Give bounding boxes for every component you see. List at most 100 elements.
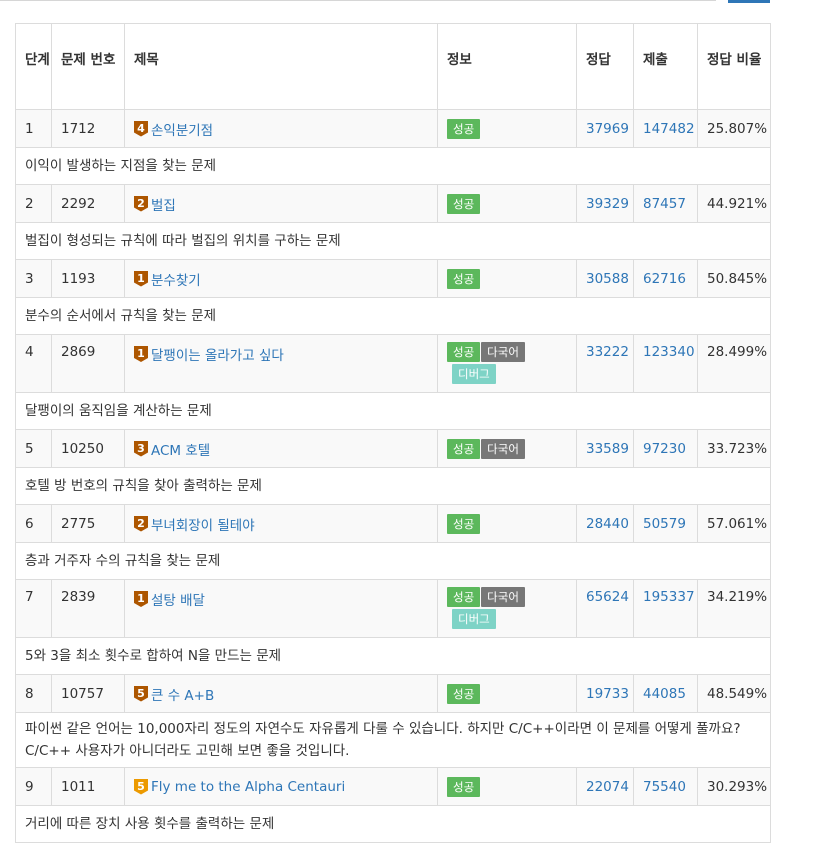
correct-cell: 65624 [576, 579, 634, 638]
header-correct: 정답 [576, 23, 634, 110]
problem-description-row: 이익이 발생하는 지점을 찾는 문제 [15, 147, 771, 185]
stage-cell: 1 [15, 109, 52, 148]
title-cell: 5 Fly me to the Alpha Centauri [124, 767, 438, 806]
ratio-cell: 57.061% [697, 504, 771, 543]
info-cell: 성공 [437, 767, 577, 806]
problem-title-link[interactable]: Fly me to the Alpha Centauri [151, 779, 345, 795]
submit-count-link[interactable]: 62716 [643, 271, 686, 287]
top-button-edge[interactable] [728, 0, 770, 3]
success-badge: 성공 [447, 193, 481, 214]
info-cell: 성공 다국어 디버그 [437, 579, 577, 638]
bronze-tier-icon: 2 [134, 195, 148, 212]
success-badge: 성공 [447, 587, 481, 607]
correct-count-link[interactable]: 65624 [586, 589, 629, 605]
problem-title-link[interactable]: 달팽이는 올라가고 싶다 [151, 344, 284, 364]
submit-cell: 50579 [633, 504, 698, 543]
title-wrap: 1 설탕 배달 [134, 589, 437, 609]
problem-title-link[interactable]: 큰 수 A+B [151, 684, 214, 704]
problem-title-link[interactable]: 손익분기점 [151, 119, 213, 139]
info-cell: 성공 [437, 259, 577, 298]
title-wrap: 2 부녀회장이 될테야 [134, 514, 437, 534]
success-badge: 성공 [447, 342, 481, 362]
correct-cell: 33222 [576, 334, 634, 393]
ratio-cell: 50.845% [697, 259, 771, 298]
correct-count-link[interactable]: 22074 [586, 779, 629, 795]
stage-cell: 5 [15, 429, 52, 468]
submit-cell: 147482 [633, 109, 698, 148]
bronze-tier-icon: 5 [134, 685, 148, 702]
submit-cell: 75540 [633, 767, 698, 806]
problem-description-row: 층과 거주자 수의 규칙을 찾는 문제 [15, 542, 771, 580]
problem-id-cell: 10757 [51, 674, 125, 713]
correct-cell: 39329 [576, 184, 634, 223]
multilang-badge: 다국어 [481, 438, 525, 459]
correct-count-link[interactable]: 37969 [586, 121, 629, 137]
header-title: 제목 [124, 23, 438, 110]
submit-count-link[interactable]: 97230 [643, 441, 686, 457]
problem-title-link[interactable]: 설탕 배달 [151, 589, 205, 609]
correct-cell: 33589 [576, 429, 634, 468]
submit-cell: 97230 [633, 429, 698, 468]
bronze-tier-icon: 1 [134, 346, 148, 362]
problem-description: 이익이 발생하는 지점을 찾는 문제 [15, 147, 771, 185]
problem-row: 9 1011 5 Fly me to the Alpha Centauri 성공 2207… [15, 767, 771, 806]
debug-badge: 디버그 [452, 609, 496, 629]
table-header-row: 단계 문제 번호 제목 정보 정답 제출 정답 비율 [15, 23, 771, 110]
ratio-cell: 34.219% [697, 579, 771, 638]
title-cell: 3 ACM 호텔 [124, 429, 438, 468]
title-cell: 1 달팽이는 올라가고 싶다 [124, 334, 438, 393]
problem-description: 분수의 순서에서 규칙을 찾는 문제 [15, 297, 771, 335]
problem-row: 1 1712 4 손익분기점 성공 37969 147482 25.807% [15, 109, 771, 148]
problem-description-row: 달팽이의 움직임을 계산하는 문제 [15, 392, 771, 430]
title-wrap: 3 ACM 호텔 [134, 439, 437, 459]
correct-count-link[interactable]: 33222 [586, 344, 629, 360]
problem-title-link[interactable]: 부녀회장이 될테야 [151, 514, 255, 534]
correct-count-link[interactable]: 19733 [586, 686, 629, 702]
problem-id-cell: 2839 [51, 579, 125, 638]
header-stage: 단계 [15, 23, 52, 110]
bronze-tier-icon: 2 [134, 515, 148, 532]
top-divider [0, 0, 716, 1]
title-wrap: 5 Fly me to the Alpha Centauri [134, 778, 437, 795]
submit-count-link[interactable]: 50579 [643, 516, 686, 532]
submit-count-link[interactable]: 44085 [643, 686, 686, 702]
bronze-tier-icon: 1 [134, 270, 148, 287]
problem-id-cell: 2869 [51, 334, 125, 393]
ratio-cell: 25.807% [697, 109, 771, 148]
problem-row: 4 2869 1 달팽이는 올라가고 싶다 성공 다국어 디버그 33222 123340 28.… [15, 334, 771, 393]
submit-count-link[interactable]: 123340 [643, 344, 695, 360]
stage-cell: 9 [15, 767, 52, 806]
stage-cell: 6 [15, 504, 52, 543]
problem-description: 호텔 방 번호의 규칙을 찾아 출력하는 문제 [15, 467, 771, 505]
correct-count-link[interactable]: 33589 [586, 441, 629, 457]
problem-title-link[interactable]: 분수찾기 [151, 269, 201, 289]
problem-id-cell: 1011 [51, 767, 125, 806]
stage-cell: 2 [15, 184, 52, 223]
info-cell: 성공 [437, 504, 577, 543]
title-wrap: 5큰 수 A+B [134, 684, 437, 704]
bronze-tier-icon: 4 [134, 120, 148, 137]
problem-description: 벌집이 형성되는 규칙에 따라 벌집의 위치를 구하는 문제 [15, 222, 771, 260]
title-cell: 2 부녀회장이 될테야 [124, 504, 438, 543]
success-badge: 성공 [447, 438, 481, 459]
submit-count-link[interactable]: 195337 [643, 589, 695, 605]
title-cell: 2 벌집 [124, 184, 438, 223]
submit-count-link[interactable]: 75540 [643, 779, 686, 795]
problem-table: 단계 문제 번호 제목 정보 정답 제출 정답 비율 1 1712 4 손익분기점 성공… [15, 23, 771, 843]
success-badge: 성공 [447, 683, 481, 704]
title-wrap: 4 손익분기점 [134, 119, 437, 139]
ratio-cell: 33.723% [697, 429, 771, 468]
problem-row: 7 2839 1 설탕 배달 성공 다국어 디버그 65624 195337 34.219% [15, 579, 771, 638]
problem-title-link[interactable]: ACM 호텔 [151, 439, 210, 459]
submit-count-link[interactable]: 87457 [643, 196, 686, 212]
correct-count-link[interactable]: 30588 [586, 271, 629, 287]
ratio-cell: 30.293% [697, 767, 771, 806]
correct-count-link[interactable]: 39329 [586, 196, 629, 212]
header-submit: 제출 [633, 23, 698, 110]
problem-row: 3 1193 1 분수찾기 성공 30588 62716 50.845% [15, 259, 771, 298]
problem-title-link[interactable]: 벌집 [151, 194, 176, 214]
ratio-cell: 28.499% [697, 334, 771, 393]
gold-tier-icon: 5 [134, 778, 148, 795]
submit-count-link[interactable]: 147482 [643, 121, 695, 137]
correct-count-link[interactable]: 28440 [586, 516, 629, 532]
